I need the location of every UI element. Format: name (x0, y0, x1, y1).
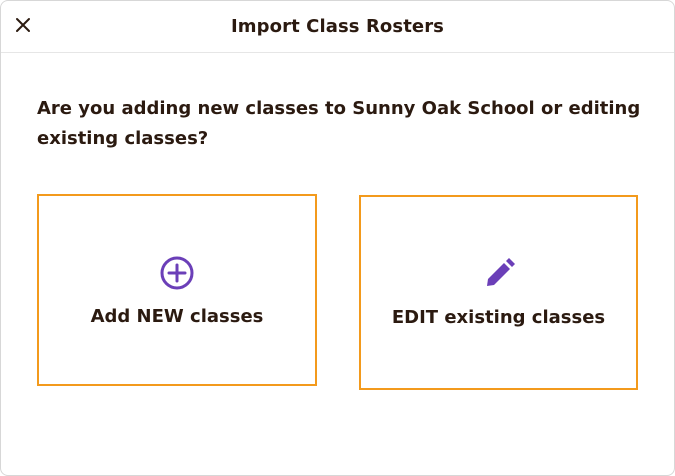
close-icon (16, 18, 30, 32)
add-new-classes-label: Add NEW classes (90, 306, 264, 327)
plus-circle-icon (157, 253, 197, 293)
pencil-icon (479, 254, 519, 294)
dialog-header: Import Class Rosters (1, 1, 674, 53)
import-rosters-dialog: Import Class Rosters Are you adding new … (0, 0, 675, 476)
edit-existing-classes-label: EDIT existing classes (391, 307, 606, 328)
question-text: Are you adding new classes to Sunny Oak … (37, 98, 641, 149)
edit-existing-classes-button[interactable]: EDIT existing classes (359, 195, 638, 390)
close-button[interactable] (9, 11, 37, 39)
add-new-classes-button[interactable]: Add NEW classes (37, 194, 317, 386)
dialog-title: Import Class Rosters (230, 16, 445, 37)
